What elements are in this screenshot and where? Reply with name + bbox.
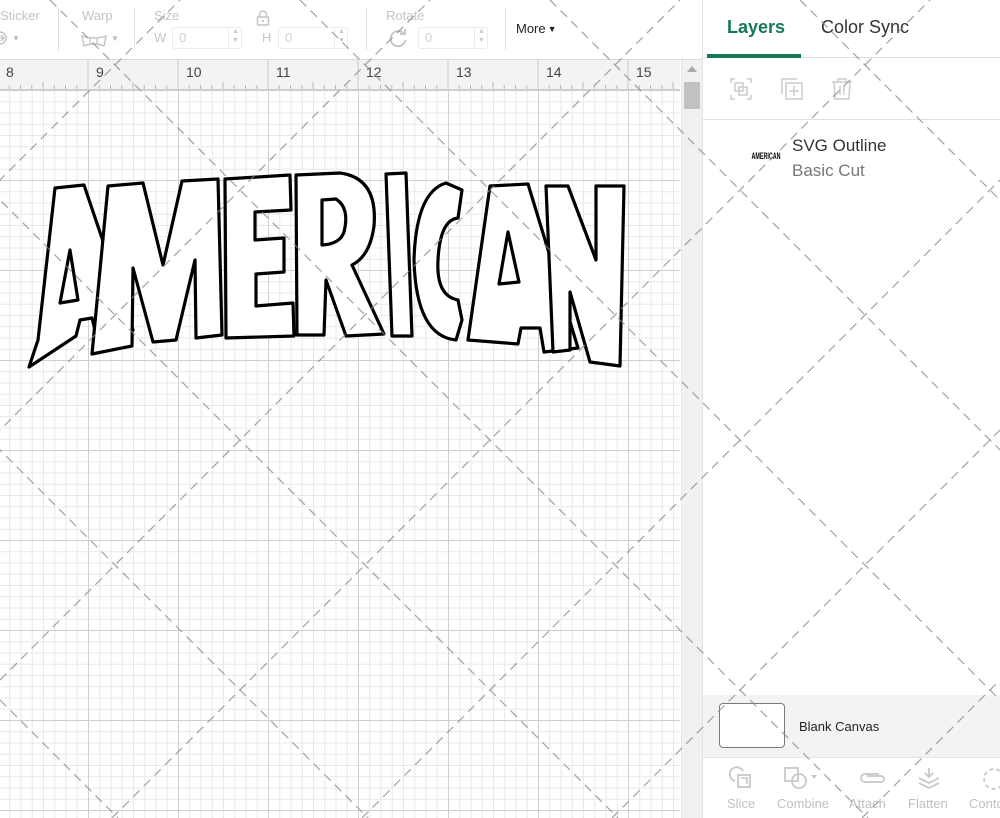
contour-label: Contour [969,796,1000,811]
ruler-number: 13 [456,64,472,80]
rotate-value: 0 [425,30,433,45]
flatten-label: Flatten [908,796,948,811]
letter-m [90,177,224,356]
ruler-number: 12 [366,64,382,80]
warp-icon [81,34,107,47]
letter-c [412,181,464,342]
contour-icon [983,768,1000,790]
delete-icon[interactable] [829,76,855,102]
duplicate-icon[interactable] [779,76,805,102]
sticker-group[interactable]: Sticker ▼ [0,0,58,60]
combine-label: Combine [777,796,830,811]
warp-caret-icon: ▼ [111,34,119,43]
stepper-up-icon[interactable]: ▲ [475,27,488,36]
height-prefix: H [262,30,272,45]
canvas-grid[interactable] [0,90,680,818]
stepper-up-icon[interactable]: ▲ [335,27,348,36]
layer-thumbnail: AMERICAN [752,151,781,161]
sticker-icon [0,31,7,45]
rotate-stepper[interactable]: ▲ ▼ [474,27,488,49]
flatten-button[interactable]: Flatten [906,758,956,818]
scroll-thumb[interactable] [684,82,700,109]
attach-icon [860,773,885,783]
toolbar-divider [134,8,135,50]
group-icon[interactable] [728,76,754,102]
slice-button[interactable]: Slice [721,758,761,818]
tab-layers[interactable]: Layers [727,17,785,38]
sticker-label: Sticker [0,8,40,23]
attach-label: Attach [849,796,886,811]
slice-icon [729,766,751,788]
width-prefix: W [154,30,167,45]
rotate-label: Rotate [386,8,425,23]
stepper-up-icon[interactable]: ▲ [229,27,242,36]
horizontal-ruler: 8 9 10 11 12 13 14 15 [0,60,680,90]
blank-canvas-label: Blank Canvas [799,719,880,734]
panel-tabs: Layers Color Sync [703,0,1000,58]
lock-icon[interactable] [256,10,270,26]
edit-toolbar: Sticker ▼ Warp ▼ Size W 0 ▲ ▼ H 0 ▲ ▼ Ro… [0,0,702,60]
more-label: More [516,21,546,36]
warp-label: Warp [82,8,113,23]
ruler-number: 15 [636,64,652,80]
layer-item[interactable]: AMERICAN SVG Outline Basic Cut [703,121,1000,191]
layer-tools-bar: Slice Combine Attach Flatten Cont [703,757,1000,818]
ruler-number: 11 [276,64,291,80]
letter-n [544,184,626,368]
blank-canvas-swatch[interactable] [719,703,785,748]
height-value: 0 [285,30,293,45]
combine-button[interactable]: Combine [775,758,835,818]
letter-r-counter [320,197,348,247]
stepper-down-icon[interactable]: ▼ [335,36,348,45]
letter-i [384,171,414,338]
letter-r [294,171,386,338]
toolbar-divider [505,8,506,50]
stepper-down-icon[interactable]: ▼ [475,36,488,45]
more-button[interactable]: More ▼ [516,21,557,36]
letter-e [223,173,296,340]
attach-button[interactable]: Attach [847,758,897,818]
layer-thumbnail-text: AMERICAN [752,151,781,161]
warp-group[interactable]: Warp ▼ [70,0,134,60]
sticker-caret-icon: ▼ [12,34,20,43]
flatten-icon [918,768,940,790]
design-space: Sticker ▼ Warp ▼ Size W 0 ▲ ▼ H 0 ▲ ▼ Ro… [0,0,1000,818]
rotate-group: Rotate 0 ▲ ▼ [376,0,496,60]
rotate-icon [389,29,407,48]
tab-color-sync[interactable]: Color Sync [821,17,909,38]
width-stepper[interactable]: ▲ ▼ [228,27,242,49]
layer-name: SVG Outline [792,136,887,155]
canvas-vertical-scrollbar[interactable] [681,60,702,818]
ruler-ticks: 8 9 10 11 12 13 14 15 [6,60,674,89]
american-outline-design[interactable] [0,90,680,818]
ruler-number: 14 [546,64,562,80]
layer-operation: Basic Cut [792,161,865,180]
layer-actions-bar [703,58,1000,120]
size-label: Size [154,8,180,23]
ruler-number: 8 [6,64,14,80]
stepper-down-icon[interactable]: ▼ [229,36,242,45]
toolbar-divider [366,8,367,50]
layers-panel: Layers Color Sync AMERICAN SVG Outline B… [702,0,1000,818]
contour-button[interactable]: Contour [967,758,1000,818]
more-caret-icon: ▼ [547,23,557,34]
width-value: 0 [179,30,187,45]
ruler-number: 9 [96,64,104,80]
size-group: Size W 0 ▲ ▼ H 0 ▲ ▼ [144,0,354,60]
scroll-up-arrow-icon[interactable] [687,66,697,72]
blank-canvas-row[interactable]: Blank Canvas [703,695,1000,757]
toolbar-divider [58,8,59,50]
combine-icon [784,767,817,789]
height-stepper[interactable]: ▲ ▼ [334,27,348,49]
ruler-number: 10 [186,64,202,80]
slice-label: Slice [727,796,756,811]
